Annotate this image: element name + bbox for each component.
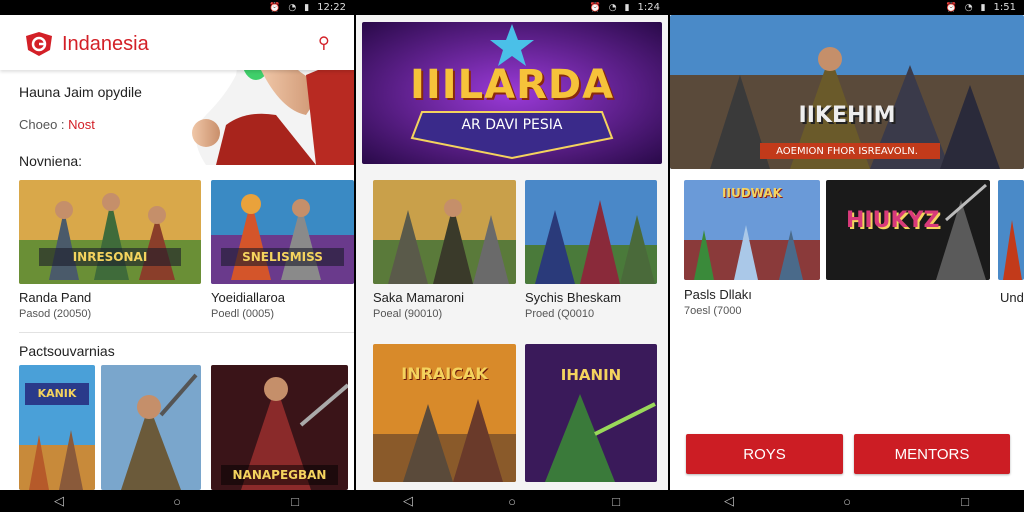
game-card[interactable]: IIUDWAK bbox=[684, 180, 820, 280]
battery-icon: ▮ bbox=[304, 2, 310, 13]
recent-apps-icon[interactable]: □ bbox=[275, 494, 315, 509]
search-icon[interactable]: ⚲ bbox=[318, 33, 330, 53]
game-thumbnail bbox=[525, 344, 657, 482]
choose-label: Choeo : bbox=[19, 117, 65, 132]
screen-featured: ⏰ ◔ ▮ 1:24 IIILARDA AR DAVI PESIA Saka M… bbox=[356, 0, 668, 512]
screen-home: ⏰ ◔ ▮ 12:22 Indanesia ⚲ Hauna Jaim opydi… bbox=[0, 0, 354, 512]
filter-choose[interactable]: Choeo : Nost bbox=[19, 117, 95, 132]
divider bbox=[19, 332, 354, 333]
game-thumbnail bbox=[211, 180, 354, 284]
android-nav-bar: ◁ ○ □ bbox=[670, 490, 1024, 512]
wifi-icon: ◔ bbox=[608, 2, 617, 13]
page-subtitle: Hauna Jaim opydile bbox=[19, 84, 142, 100]
banner-caption: AOEMION FHOR ISREAVOLN. bbox=[776, 146, 918, 157]
alarm-icon: ⏰ bbox=[269, 2, 281, 13]
featured-banner[interactable]: IIILARDA AR DAVI PESIA bbox=[362, 22, 662, 164]
game-thumbnail bbox=[373, 180, 516, 284]
game-card[interactable] bbox=[525, 180, 657, 284]
battery-icon: ▮ bbox=[980, 2, 986, 13]
game-thumbnail bbox=[19, 180, 201, 284]
home-icon[interactable]: ○ bbox=[827, 494, 867, 509]
game-card[interactable]: IHANIN bbox=[525, 344, 657, 482]
banner-subtitle: AR DAVI PESIA bbox=[461, 117, 563, 133]
back-icon[interactable]: ◁ bbox=[709, 493, 749, 509]
card-banner: HIUKYZ bbox=[846, 208, 940, 233]
card-title: Sychis Bheskam bbox=[525, 290, 622, 305]
card-banner: IIUDWAK bbox=[722, 186, 782, 200]
card-title: Randa Pand bbox=[19, 290, 92, 305]
alarm-icon: ⏰ bbox=[945, 2, 957, 13]
status-bar: ⏰ ◔ ▮ 1:24 bbox=[356, 0, 668, 15]
android-nav-bar: ◁ ○ □ bbox=[0, 490, 354, 512]
game-thumbnail bbox=[101, 365, 201, 490]
banner-title: IIILARDA bbox=[409, 62, 615, 108]
hero-banner[interactable]: IIKEHIM AOEMION FHOR ISREAVOLN. bbox=[670, 15, 1024, 169]
card-title: Pasls Dllakı bbox=[684, 287, 752, 302]
card-banner: INRESONAI bbox=[72, 250, 148, 264]
game-card[interactable]: KANIK bbox=[19, 365, 95, 490]
card-title: Und bbox=[1000, 290, 1024, 305]
back-icon[interactable]: ◁ bbox=[388, 493, 428, 509]
banner-title: IIKEHIM bbox=[798, 103, 896, 128]
home-icon[interactable]: ○ bbox=[157, 494, 197, 509]
mentors-button[interactable]: MENTORS bbox=[854, 434, 1010, 474]
wifi-icon: ◔ bbox=[288, 2, 297, 13]
card-subtitle: Poeal (90010) bbox=[373, 308, 443, 320]
recent-apps-icon[interactable]: □ bbox=[596, 494, 636, 509]
card-title: Yoeidiallaroa bbox=[211, 290, 285, 305]
status-time: 12:22 bbox=[317, 2, 346, 13]
card-banner: NANAPEGBAN bbox=[232, 468, 327, 482]
choose-value[interactable]: Nost bbox=[68, 117, 95, 132]
game-card[interactable]: INRESONAI bbox=[19, 180, 201, 284]
card-title: Saka Mamaroni bbox=[373, 290, 465, 305]
card-banner: INRAICAK bbox=[401, 364, 488, 383]
recent-apps-icon[interactable]: □ bbox=[945, 494, 985, 509]
game-card[interactable] bbox=[101, 365, 201, 490]
back-icon[interactable]: ◁ bbox=[39, 493, 79, 509]
android-nav-bar: ◁ ○ □ bbox=[356, 490, 668, 512]
status-time: 1:24 bbox=[637, 2, 660, 13]
status-bar: ⏰ ◔ ▮ 1:51 bbox=[670, 0, 1024, 15]
card-banner: IHANIN bbox=[560, 366, 622, 384]
battery-icon: ▮ bbox=[624, 2, 630, 13]
wifi-icon: ◔ bbox=[964, 2, 973, 13]
game-card[interactable]: NANAPEGBAN bbox=[211, 365, 348, 490]
screen-details: ⏰ ◔ ▮ 1:51 IIKEHIM AOEMION FHOR ISREAVOL… bbox=[670, 0, 1024, 512]
section-title: Novniena: bbox=[19, 153, 83, 169]
card-subtitle: Pasod (20050) bbox=[19, 308, 92, 320]
card-subtitle: 7oesl (7000 bbox=[684, 305, 742, 317]
game-thumbnail bbox=[19, 365, 95, 490]
game-card[interactable] bbox=[998, 180, 1024, 280]
status-bar: ⏰ ◔ ▮ 12:22 bbox=[0, 0, 354, 15]
card-subtitle: Poedl (0005) bbox=[211, 308, 274, 320]
game-card[interactable]: HIUKYZ bbox=[826, 180, 990, 280]
app-header: Indanesia ⚲ bbox=[0, 15, 354, 70]
game-card[interactable]: SNELISMISS bbox=[211, 180, 354, 284]
card-subtitle: Proed (Q0010 bbox=[525, 308, 595, 320]
brand-name: Indanesia bbox=[62, 33, 149, 55]
game-card[interactable] bbox=[373, 180, 516, 284]
status-time: 1:51 bbox=[993, 2, 1016, 13]
section-title: Pactsouvarnias bbox=[19, 343, 115, 359]
home-icon[interactable]: ○ bbox=[492, 494, 532, 509]
card-banner: SNELISMISS bbox=[242, 250, 323, 264]
roys-button[interactable]: ROYS bbox=[686, 434, 843, 474]
game-card[interactable]: INRAICAK bbox=[373, 344, 516, 482]
game-thumbnail bbox=[525, 180, 657, 284]
game-thumbnail bbox=[998, 180, 1024, 280]
brand-logo-icon[interactable] bbox=[24, 30, 54, 58]
alarm-icon: ⏰ bbox=[589, 2, 601, 13]
card-banner: KANIK bbox=[37, 387, 77, 400]
